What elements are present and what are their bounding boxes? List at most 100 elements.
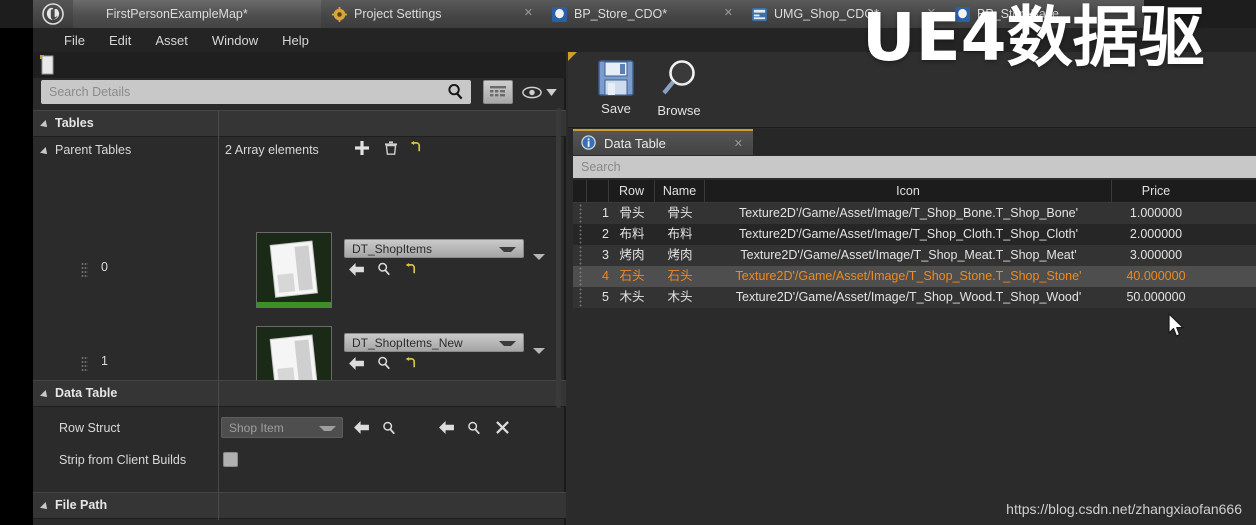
category-label: Tables (55, 116, 94, 130)
menu-help[interactable]: Help (271, 30, 320, 51)
browse-label: Browse (657, 103, 701, 118)
use-selected-arrow-icon[interactable] (349, 262, 364, 281)
tab-bp-store-cdo[interactable]: BP_Store_CDO* ✕ (541, 0, 741, 28)
clear-x-icon[interactable] (496, 421, 509, 439)
column-header-icon[interactable]: Icon (705, 179, 1112, 203)
search-details-box[interactable] (41, 80, 471, 104)
asset-picker-1[interactable]: DT_ShopItems_New (344, 333, 524, 352)
drag-handle-icon[interactable] (81, 262, 88, 278)
gear-icon (331, 6, 347, 22)
browse-magnifier-icon[interactable] (382, 421, 396, 440)
row-struct-picker[interactable]: Shop Item (221, 417, 343, 438)
asset-picker-0[interactable]: DT_ShopItems (344, 239, 524, 258)
row-number: 4 (602, 269, 609, 283)
save-button[interactable]: Save (584, 58, 648, 122)
array-index-label: 1 (101, 354, 108, 368)
browse-magnifier-icon[interactable] (377, 262, 391, 281)
expand-triangle-icon (40, 147, 50, 157)
editor-tab-strip: Data Table ✕ (568, 129, 1256, 155)
row-drag-handle-icon[interactable] (573, 224, 587, 245)
close-icon[interactable]: ✕ (927, 8, 936, 19)
category-data-table[interactable]: Data Table (33, 380, 566, 408)
table-row[interactable]: 5 木头 木头 Texture2D'/Game/Asset/Image/T_Sh… (573, 287, 1256, 308)
tab-umg-shop-cdo[interactable]: UMG_Shop_CDO* ✕ (741, 0, 944, 28)
close-icon[interactable]: ✕ (724, 8, 733, 19)
drag-handle-icon[interactable] (81, 356, 88, 372)
row-drag-handle-icon[interactable] (573, 203, 587, 224)
unreal-engine-logo-icon[interactable] (33, 0, 73, 28)
column-header-name[interactable]: Name (655, 179, 705, 203)
table-row[interactable]: 2 布料 布料 Texture2D'/Game/Asset/Image/T_Sh… (573, 224, 1256, 245)
use-selected-arrow-icon[interactable] (439, 421, 454, 439)
chevron-down-icon[interactable] (533, 254, 545, 260)
browse-button[interactable]: Browse (647, 58, 711, 122)
row-cell-price: 2.000000 (1129, 227, 1183, 241)
expand-triangle-icon (40, 502, 50, 512)
search-details-input[interactable] (41, 81, 436, 103)
row-number: 1 (602, 206, 609, 220)
column-header-row[interactable]: Row (609, 179, 655, 203)
row-cell-name: 木头 (667, 290, 693, 304)
tab-label: FirstPersonExampleMap* (106, 7, 248, 21)
reset-arrow-icon[interactable] (404, 262, 417, 281)
details-scrollbar[interactable] (556, 108, 561, 408)
datatable-asset-thumbnail[interactable] (256, 232, 332, 308)
expand-triangle-icon (40, 120, 50, 130)
view-options-button[interactable] (519, 80, 559, 104)
menu-asset[interactable]: Asset (144, 30, 199, 51)
row-cell-icon: Texture2D'/Game/Asset/Image/T_Shop_Cloth… (739, 227, 1078, 241)
trash-icon[interactable] (384, 141, 398, 160)
table-row-selected[interactable]: 4 石头 石头 Texture2D'/Game/Asset/Image/T_Sh… (573, 266, 1256, 287)
row-cell-icon: Texture2D'/Game/Asset/Image/T_Shop_Meat.… (740, 248, 1077, 262)
data-table-properties: Row Struct Shop Item Strip from Client B… (33, 408, 566, 494)
asset-actions-1 (349, 356, 417, 375)
column-header-price[interactable]: Price (1112, 180, 1200, 203)
menu-edit[interactable]: Edit (98, 30, 142, 51)
tab-bp-store-base[interactable]: BP_StoreBase ✕ (944, 0, 1144, 28)
asset-name: DT_ShopItems_New (352, 335, 463, 350)
category-file-path[interactable]: File Path (33, 492, 566, 520)
table-row[interactable]: 1 骨头 骨头 Texture2D'/Game/Asset/Image/T_Sh… (573, 203, 1256, 224)
tab-data-table[interactable]: Data Table ✕ (573, 129, 753, 155)
reset-arrow-icon[interactable] (409, 141, 422, 159)
reset-arrow-icon[interactable] (404, 356, 417, 375)
table-row[interactable]: 3 烤肉 烤肉 Texture2D'/Game/Asset/Image/T_Sh… (573, 245, 1256, 266)
menu-file[interactable]: File (53, 30, 96, 51)
row-drag-handle-icon[interactable] (573, 245, 587, 266)
asset-actions-0 (349, 262, 417, 281)
tab-project-settings[interactable]: Project Settings ✕ (321, 0, 541, 28)
row-cell-price: 40.000000 (1126, 269, 1186, 283)
ue4-editor-window: FirstPersonExampleMap* Project Settings … (0, 0, 1256, 525)
row-drag-handle-icon[interactable] (573, 266, 587, 287)
menu-window[interactable]: Window (201, 30, 269, 51)
desktop-background (0, 0, 33, 525)
asset-name: DT_ShopItems (352, 241, 433, 256)
data-table-search-box[interactable] (573, 156, 1256, 178)
grid-view-icon[interactable] (483, 80, 513, 104)
column-divider (218, 408, 219, 494)
tab-first-person-example-map[interactable]: FirstPersonExampleMap* (73, 0, 321, 28)
row-cell-name: 石头 (667, 269, 693, 283)
row-drag-handle-icon[interactable] (573, 287, 587, 308)
use-selected-arrow-icon[interactable] (349, 356, 364, 375)
info-magnifier-icon (581, 134, 598, 152)
expand-triangle-icon (40, 390, 50, 400)
column-header-handle[interactable] (573, 179, 587, 203)
category-label: File Path (55, 498, 108, 512)
strip-client-builds-checkbox[interactable] (223, 452, 238, 467)
close-icon[interactable]: ✕ (524, 8, 533, 19)
column-divider (218, 381, 219, 408)
browse-magnifier-icon[interactable] (377, 356, 391, 375)
save-floppy-icon (598, 60, 634, 96)
close-icon[interactable]: ✕ (1127, 8, 1136, 19)
chevron-down-icon[interactable] (533, 348, 545, 354)
tab-label: BP_StoreBase (977, 7, 1059, 21)
close-icon[interactable]: ✕ (734, 137, 743, 150)
search-icon[interactable] (447, 83, 464, 105)
data-table-search-input[interactable] (573, 157, 1233, 177)
category-tables[interactable]: Tables (33, 110, 566, 138)
asset-type-bar (257, 302, 331, 307)
browse-magnifier-icon[interactable] (467, 421, 481, 440)
use-selected-arrow-icon[interactable] (354, 421, 369, 439)
add-array-element-icon[interactable] (355, 141, 369, 160)
